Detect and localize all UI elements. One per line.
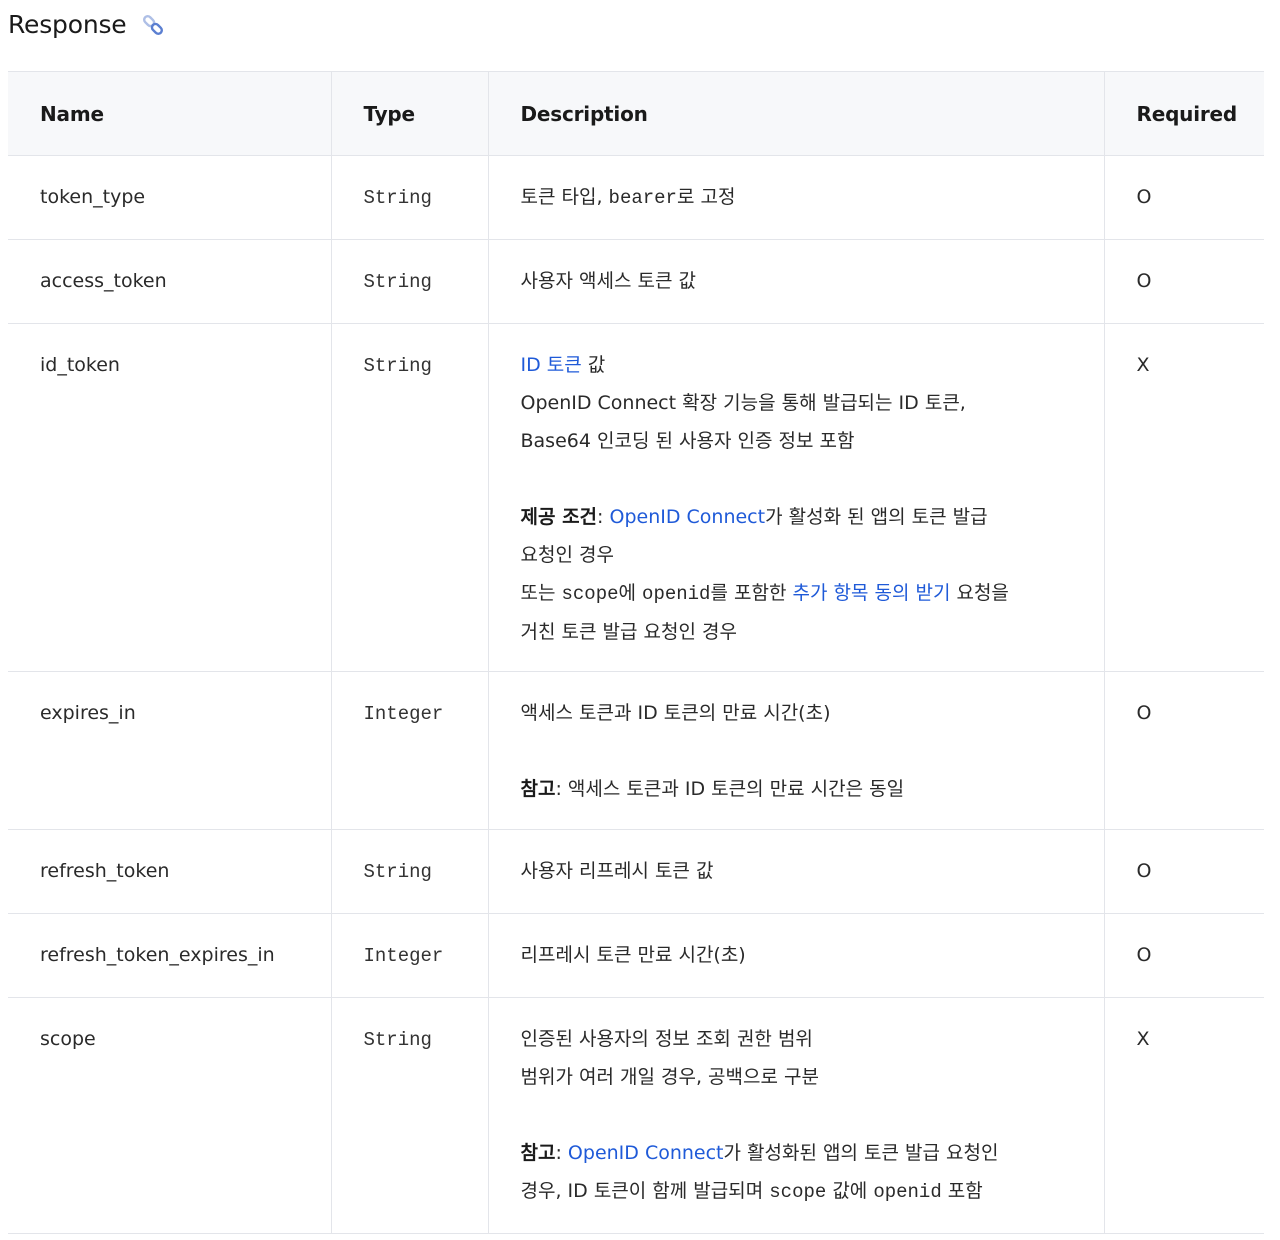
response-table: Name Type Description Required token_typ… — [8, 71, 1264, 1234]
header-required: Required — [1103, 71, 1264, 156]
code-value: openid — [873, 1181, 942, 1203]
description-line: 인증된 사용자의 정보 조회 권한 범위 — [520, 1028, 813, 1050]
description-line: 요청인 경우 — [520, 544, 614, 566]
section-title: Response — [8, 9, 127, 39]
description-line: 또는 scope에 openid를 포함한 추가 항목 동의 받기 요청을 — [521, 574, 1092, 613]
description-text: 토큰 타입, — [520, 186, 609, 208]
field-type: Integer — [330, 913, 488, 998]
description-line: Base64 인코딩 된 사용자 인증 정보 포함 — [520, 430, 855, 452]
field-name: id_token — [8, 323, 331, 672]
description-text: 값 — [581, 354, 606, 376]
description-line: 참고: OpenID Connect가 활성화된 앱의 토큰 발급 요청인 — [521, 1134, 1092, 1172]
condition-label: 제공 조건 — [520, 506, 598, 528]
field-name: expires_in — [8, 671, 331, 830]
code-value: scope — [561, 583, 619, 605]
id-token-link[interactable]: ID 토큰 — [521, 354, 582, 376]
field-required: X — [1103, 323, 1264, 672]
openid-connect-link[interactable]: OpenID Connect — [568, 1142, 724, 1164]
description-text: 를 포함한 — [710, 582, 793, 604]
openid-connect-link[interactable]: OpenID Connect — [610, 506, 766, 528]
field-description: 액세스 토큰과 ID 토큰의 만료 시간(초) 참고: 액세스 토큰과 ID 토… — [487, 671, 1104, 830]
field-required: O — [1103, 239, 1264, 324]
table-row: scope String 인증된 사용자의 정보 조회 권한 범위 범위가 여러… — [8, 997, 1264, 1234]
table-row: refresh_token_expires_in Integer 리프레시 토큰… — [8, 913, 1264, 998]
description-text: 로 고정 — [676, 186, 736, 208]
field-name: refresh_token_expires_in — [8, 913, 331, 998]
table-row: access_token String 사용자 액세스 토큰 값 O — [8, 239, 1264, 324]
field-required: O — [1103, 671, 1264, 830]
description-line: 경우, ID 토큰이 함께 발급되며 scope 값에 openid 포함 — [521, 1172, 1092, 1211]
description-text: 가 활성화된 앱의 토큰 발급 요청인 — [723, 1142, 999, 1164]
field-name: access_token — [8, 239, 331, 324]
field-description: 인증된 사용자의 정보 조회 권한 범위 범위가 여러 개일 경우, 공백으로 … — [487, 997, 1104, 1234]
description-text: 에 — [618, 582, 643, 604]
note-label: 참고 — [520, 1142, 556, 1164]
description-text: : 액세스 토큰과 ID 토큰의 만료 시간은 동일 — [555, 778, 905, 800]
field-description: ID 토큰 값 OpenID Connect 확장 기능을 통해 발급되는 ID… — [487, 323, 1104, 672]
description-text: 또는 — [520, 582, 562, 604]
field-description: 사용자 리프레시 토큰 값 — [487, 829, 1104, 914]
code-value: openid — [642, 583, 711, 605]
field-type: String — [330, 323, 488, 672]
field-required: X — [1103, 997, 1264, 1234]
description-line: OpenID Connect 확장 기능을 통해 발급되는 ID 토큰, — [520, 392, 966, 414]
table-row: refresh_token String 사용자 리프레시 토큰 값 O — [8, 829, 1264, 914]
description-line: 범위가 여러 개일 경우, 공백으로 구분 — [520, 1066, 819, 1088]
header-name: Name — [8, 71, 331, 156]
field-type: String — [330, 239, 488, 324]
header-type: Type — [330, 71, 488, 156]
table-header-row: Name Type Description Required — [8, 71, 1264, 156]
field-required: O — [1103, 829, 1264, 914]
field-description: 리프레시 토큰 만료 시간(초) — [487, 913, 1104, 998]
field-type: String — [330, 155, 488, 240]
field-name: scope — [8, 997, 331, 1234]
description-text: : — [597, 506, 610, 528]
field-name: token_type — [8, 155, 331, 240]
code-value: bearer — [608, 187, 677, 209]
field-type: String — [330, 997, 488, 1234]
description-text: 값에 — [826, 1180, 874, 1202]
description-line: 제공 조건: OpenID Connect가 활성화 된 앱의 토큰 발급 — [521, 498, 1092, 536]
field-type: Integer — [330, 671, 488, 830]
description-text: : — [555, 1142, 568, 1164]
header-description: Description — [487, 71, 1104, 156]
description-text: 포함 — [941, 1180, 983, 1202]
description-text: 경우, ID 토큰이 함께 발급되며 — [520, 1180, 770, 1202]
description-line: 참고: 액세스 토큰과 ID 토큰의 만료 시간은 동일 — [521, 770, 1092, 808]
description-line: ID 토큰 값 — [521, 346, 1092, 384]
field-required: O — [1103, 155, 1264, 240]
link-icon[interactable] — [140, 12, 166, 38]
table-row: id_token String ID 토큰 값 OpenID Connect 확… — [8, 323, 1264, 672]
table-row: expires_in Integer 액세스 토큰과 ID 토큰의 만료 시간(… — [8, 671, 1264, 830]
description-line: 거친 토큰 발급 요청인 경우 — [520, 621, 737, 643]
description-text: 가 활성화 된 앱의 토큰 발급 — [765, 506, 988, 528]
description-text: 요청을 — [950, 582, 1009, 604]
code-value: scope — [769, 1181, 827, 1203]
field-name: refresh_token — [8, 829, 331, 914]
field-description: 토큰 타입, bearer로 고정 — [487, 155, 1104, 240]
note-label: 참고 — [520, 778, 556, 800]
field-type: String — [330, 829, 488, 914]
table-row: token_type String 토큰 타입, bearer로 고정 O — [8, 155, 1264, 240]
additional-consent-link[interactable]: 추가 항목 동의 받기 — [792, 582, 950, 604]
field-required: O — [1103, 913, 1264, 998]
description-line: 액세스 토큰과 ID 토큰의 만료 시간(초) — [520, 702, 831, 724]
response-heading: Response — [8, 6, 166, 42]
field-description: 사용자 액세스 토큰 값 — [487, 239, 1104, 324]
